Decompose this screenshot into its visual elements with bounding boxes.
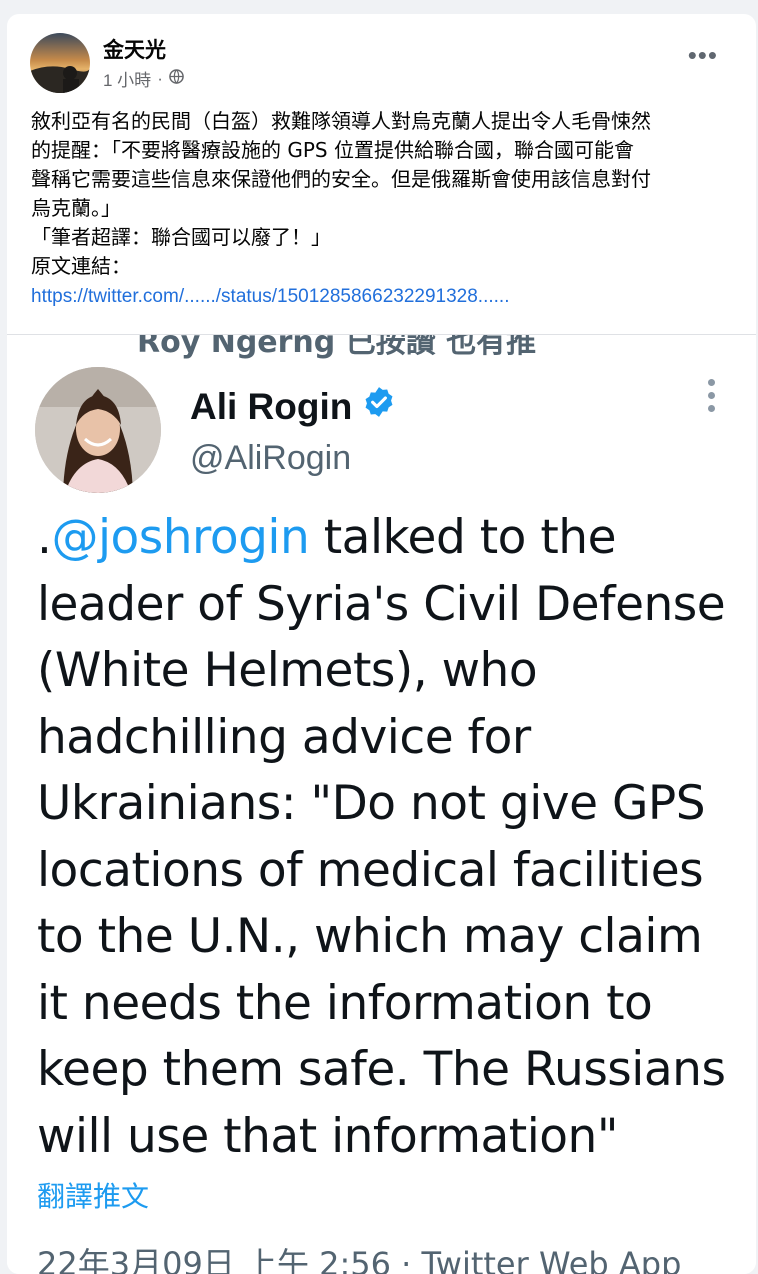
- tweet-line: it needs the information to: [37, 975, 653, 1031]
- source-link[interactable]: https://twitter.com/....../status/150128…: [31, 286, 509, 307]
- tweet-handle: @AliRogin: [190, 439, 352, 477]
- post-time[interactable]: 1 小時: [103, 66, 151, 91]
- facebook-post: 金天光 1 小時 · ••• 敘利亞有名的民間（白盔）救難隊領導人對烏克蘭人提出…: [7, 14, 756, 1274]
- tweet-line: (White Helmets), who: [37, 643, 538, 698]
- post-line: 烏克蘭。」: [31, 196, 121, 220]
- tweet-line: hadchilling advice for: [37, 709, 531, 765]
- post-line: 聲稱它需要這些信息來保證他們的安全。但是俄羅斯會使用該信息對付: [31, 167, 651, 191]
- tweet-avatar: [35, 367, 161, 493]
- post-text: 敘利亞有名的民間（白盔）救難隊領導人對烏克蘭人提出令人毛骨悚然 的提醒：「不要將…: [31, 107, 741, 311]
- post-line: 原文連結：: [31, 254, 131, 278]
- more-options-icon[interactable]: •••: [688, 42, 718, 68]
- meta-separator: ·: [157, 68, 163, 88]
- translate-tweet-link: 翻譯推文: [37, 1180, 150, 1213]
- tweet-line: to the U.N., which may claim: [37, 909, 703, 964]
- post-line: 敘利亞有名的民間（白盔）救難隊領導人對烏克蘭人提出令人毛骨悚然: [31, 109, 651, 133]
- tweet-mention: @joshrogin: [51, 510, 310, 565]
- tweet-timestamp: 22年3月09日 上午 2:56 · Twitter Web App: [37, 1245, 682, 1274]
- tweet-line: locations of medical facilities: [37, 842, 704, 898]
- post-meta: 1 小時 ·: [103, 66, 184, 91]
- verified-badge-icon: [362, 385, 396, 428]
- tweet-line: leader of Syria's Civil Defense: [37, 576, 726, 632]
- author-avatar[interactable]: [30, 33, 90, 93]
- tweet-screenshot[interactable]: Roy Ngerng 已按讚 也有推 Ali Rogin @AliRogin .…: [7, 334, 756, 1274]
- tweet-author: Ali Rogin: [190, 385, 396, 428]
- tweet-prefix: .: [37, 510, 52, 565]
- tweet-author-name: Ali Rogin: [190, 385, 353, 427]
- tweet-line: Ukrainians: "Do not give GPS: [37, 776, 706, 831]
- tweet-text: .@joshrogin talked to the leader of Syri…: [37, 505, 737, 1170]
- tweet-line: talked to the: [309, 510, 617, 565]
- tweet-more-icon: [708, 379, 718, 418]
- post-line: 「筆者超譯：聯合國可以廢了！」: [31, 225, 331, 249]
- post-line: 的提醒：「不要將醫療設施的 GPS 位置提供給聯合國，聯合國可能會: [31, 138, 634, 162]
- tweet-line: will use that information": [37, 1108, 618, 1164]
- author-name[interactable]: 金天光: [103, 34, 166, 64]
- globe-icon: [169, 68, 184, 89]
- cropped-header-text: Roy Ngerng 已按讚 也有推: [137, 334, 537, 360]
- tweet-line: keep them safe. The Russians: [37, 1042, 726, 1097]
